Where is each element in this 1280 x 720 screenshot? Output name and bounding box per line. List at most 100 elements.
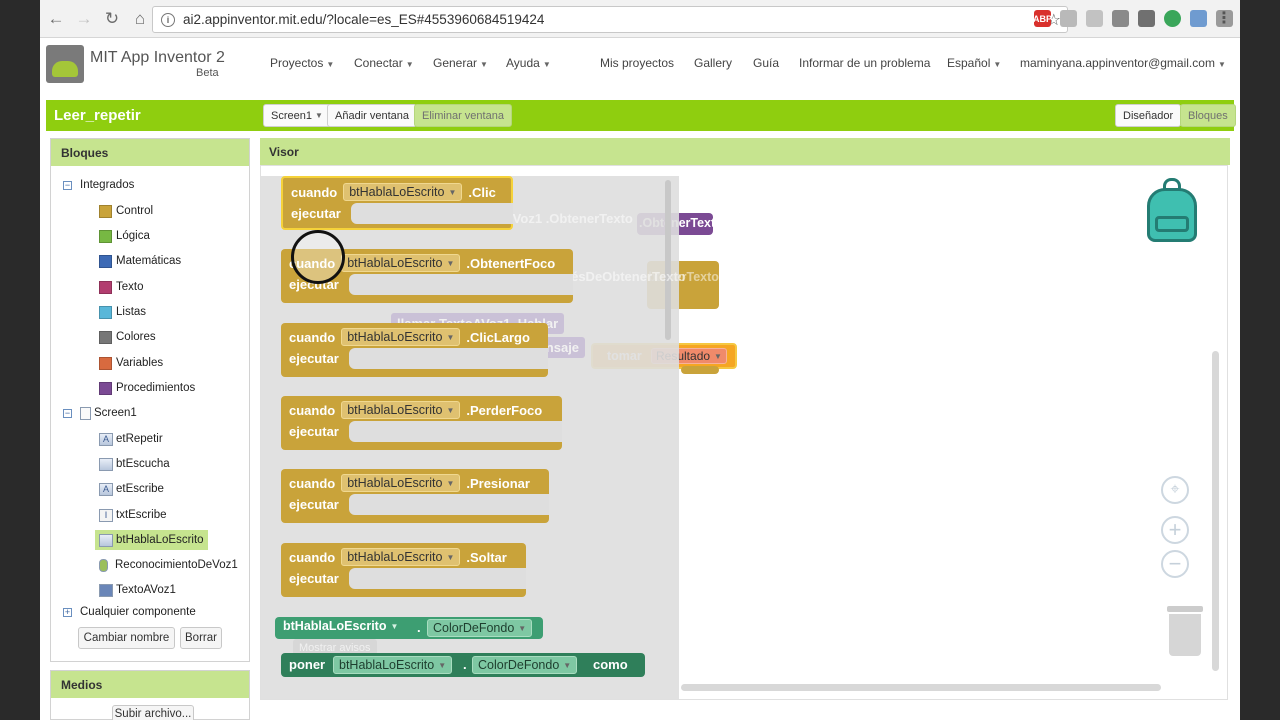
speech-icon <box>99 583 113 597</box>
mail-icon[interactable] <box>1138 10 1155 27</box>
menu-proyectos[interactable]: Proyectos ▼ <box>270 56 334 70</box>
category-matematicas[interactable]: Matemáticas <box>99 251 181 271</box>
event-block-click[interactable]: cuando btHablaLoEscrito ▼ .Clic ejecutar <box>281 176 513 230</box>
component-ReconocimientoDeVoz1[interactable]: ReconocimientoDeVoz1 <box>99 555 238 575</box>
rename-button[interactable]: Cambiar nombre <box>78 627 175 649</box>
collapse-icon[interactable]: − <box>63 408 72 418</box>
remove-screen-button[interactable]: Eliminar ventana <box>414 104 512 127</box>
tree-any-component[interactable]: + Cualquier componente <box>63 602 196 622</box>
app-inventor-logo-icon[interactable] <box>46 45 84 83</box>
component-dropdown[interactable]: btHablaLoEscrito ▼ <box>341 254 461 272</box>
statement-slot <box>351 203 513 224</box>
component-dropdown[interactable]: btHablaLoEscrito ▼ <box>341 328 461 346</box>
event-block-touchdown[interactable]: cuando btHablaLoEscrito ▼ .Presionar ejecut… <box>281 469 549 523</box>
component-dropdown[interactable]: btHablaLoEscrito ▼ <box>341 401 461 419</box>
caret-down-icon: ▼ <box>446 332 455 342</box>
category-texto[interactable]: Texto <box>99 277 144 297</box>
component-etRepetir[interactable]: AetRepetir <box>99 429 163 449</box>
component-btEscucha[interactable]: btEscucha <box>99 454 170 474</box>
app-inventor: MIT App Inventor 2 Beta Proyectos ▼ Conec… <box>40 38 1240 720</box>
top-header: MIT App Inventor 2 Beta Proyectos ▼ Conec… <box>40 38 1240 98</box>
component-btHablaLoEscrito[interactable]: btHablaLoEscrito <box>95 530 208 550</box>
block-when: cuando <box>289 402 336 418</box>
blocks-workspace[interactable]: .ObtenerTexto .DespuésDeObtenerTexto tom… <box>260 165 1228 700</box>
menu-generar[interactable]: Generar ▼ <box>433 56 488 70</box>
menu-conectar[interactable]: Conectar ▼ <box>354 56 414 70</box>
forward-icon[interactable]: → <box>72 7 96 31</box>
block-do: ejecutar <box>289 351 339 366</box>
back-icon[interactable]: ← <box>44 7 68 31</box>
home-icon[interactable]: ⌂ <box>128 7 152 31</box>
component-txtEscribe[interactable]: ItxtEscribe <box>99 505 167 525</box>
category-logica[interactable]: Lógica <box>99 226 150 246</box>
collapse-icon[interactable]: − <box>63 180 72 190</box>
category-variables[interactable]: Variables <box>99 353 163 373</box>
setter-block-colordefondo[interactable]: poner btHablaLoEscrito ▼ . ColorDeFondo ▼ … <box>281 653 645 677</box>
trash-icon[interactable] <box>1167 606 1203 656</box>
block-do: ejecutar <box>291 206 341 221</box>
link-guia[interactable]: Guía <box>753 56 779 70</box>
tree-label: Colores <box>116 331 156 343</box>
event-block-lostfocus[interactable]: cuando btHablaLoEscrito ▼ .PerderFoco ejecu… <box>281 396 562 450</box>
category-control[interactable]: Control <box>99 201 153 221</box>
component-dropdown[interactable]: btHablaLoEscrito ▼ <box>283 619 398 633</box>
tree-label: btHablaLoEscrito <box>116 534 204 546</box>
site-info-icon[interactable]: i <box>161 12 175 27</box>
reload-icon[interactable]: ↻ <box>100 7 124 31</box>
adblock-icon[interactable]: ABP <box>1033 10 1052 27</box>
event-block-longclick[interactable]: cuando btHablaLoEscrito ▼ .ClicLargo ejecut… <box>281 323 548 377</box>
caret-down-icon: ▼ <box>448 187 457 197</box>
property-dropdown[interactable]: ColorDeFondo ▼ <box>427 619 533 637</box>
property-dropdown[interactable]: ColorDeFondo ▼ <box>472 656 578 674</box>
component-dropdown[interactable]: btHablaLoEscrito ▼ <box>343 183 463 201</box>
link-report-problem[interactable]: Informar de un problema <box>799 56 930 70</box>
designer-button[interactable]: Diseñador <box>1115 104 1182 127</box>
tree-label: etEscribe <box>116 483 164 495</box>
blocks-button[interactable]: Bloques <box>1180 104 1236 127</box>
address-bar[interactable]: i ai2.appinventor.mit.edu/?locale=es_ES#… <box>152 6 1068 33</box>
zoom-out-icon[interactable]: − <box>1161 550 1189 578</box>
flyout-scrollbar[interactable] <box>665 180 671 340</box>
component-TextoAVoz1[interactable]: TextoAVoz1 <box>99 580 176 600</box>
category-colores[interactable]: Colores <box>99 327 156 347</box>
getter-block-colordefondo[interactable]: btHablaLoEscrito ▼ . ColorDeFondo ▼ <box>275 617 543 639</box>
horizontal-scrollbar[interactable] <box>681 684 1161 691</box>
component-dropdown[interactable]: btHablaLoEscrito ▼ <box>341 474 461 492</box>
screen-select[interactable]: Screen1 ▼ <box>263 104 331 127</box>
category-listas[interactable]: Listas <box>99 302 146 322</box>
event-name: .Soltar <box>466 549 507 565</box>
extension-icon[interactable] <box>1190 10 1207 27</box>
event-block-touchup[interactable]: cuando btHablaLoEscrito ▼ .Soltar ejecutar <box>281 543 526 597</box>
link-mis-proyectos[interactable]: Mis proyectos <box>600 56 674 70</box>
browser-menu-icon[interactable]: ⋮ <box>1216 8 1232 28</box>
link-gallery[interactable]: Gallery <box>694 56 732 70</box>
account-menu[interactable]: maminyana.appinventor@gmail.com ▼ <box>1020 56 1226 70</box>
statement-slot <box>349 348 548 369</box>
menu-label: Proyectos <box>270 56 324 70</box>
drive-icon[interactable] <box>1060 10 1077 27</box>
upload-file-button[interactable]: Subir archivo... <box>112 705 194 720</box>
component-dropdown[interactable]: btHablaLoEscrito ▼ <box>333 656 453 674</box>
backpack-icon[interactable] <box>1141 178 1201 244</box>
zoom-in-icon[interactable]: + <box>1161 516 1189 544</box>
component-etEscribe[interactable]: AetEscribe <box>99 479 164 499</box>
expand-icon[interactable]: + <box>63 607 72 617</box>
delete-button[interactable]: Borrar <box>180 627 222 649</box>
extension-icon[interactable] <box>1112 10 1129 27</box>
add-screen-button[interactable]: Añadir ventana <box>327 104 417 127</box>
tree-label: Integrados <box>80 179 135 191</box>
screen-icon <box>80 406 91 420</box>
component-dropdown[interactable]: btHablaLoEscrito ▼ <box>341 548 461 566</box>
tree-screen1[interactable]: − Screen1 <box>63 403 137 423</box>
caret-down-icon: ▼ <box>518 623 527 633</box>
extension-icon[interactable] <box>1164 10 1181 27</box>
category-procedimientos[interactable]: Procedimientos <box>99 378 195 398</box>
tree-builtin[interactable]: − Integrados <box>63 175 134 195</box>
recenter-icon[interactable]: ⌖ <box>1161 476 1189 504</box>
language-menu[interactable]: Español ▼ <box>947 56 1001 70</box>
extension-icon[interactable] <box>1086 10 1103 27</box>
menu-ayuda[interactable]: Ayuda ▼ <box>506 56 551 70</box>
dropdown-label: btHablaLoEscrito <box>347 476 443 490</box>
statement-slot <box>349 274 573 295</box>
vertical-scrollbar[interactable] <box>1212 351 1219 671</box>
